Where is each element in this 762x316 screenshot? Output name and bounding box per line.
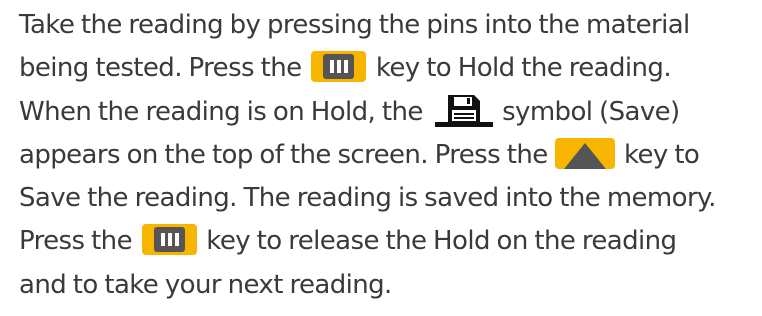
line-4-text-after: key to bbox=[617, 139, 700, 170]
hold-key-icon bbox=[311, 51, 367, 83]
line-4-text-before: appears on the top of the screen. Press … bbox=[19, 139, 555, 170]
text-line-1: Take the reading by pressing the pins in… bbox=[19, 4, 759, 47]
line-2-text-after: key to Hold the reading. bbox=[369, 53, 672, 84]
up-arrow-key-icon bbox=[555, 137, 616, 169]
text-line-6: Press the key to release the Hold on the… bbox=[19, 220, 759, 263]
floppy-disk-icon bbox=[435, 95, 494, 128]
text-line-7: and to take your next reading. bbox=[19, 264, 759, 307]
line-2-text-before: being tested. Press the bbox=[19, 53, 309, 84]
instructions-paragraph: Take the reading by pressing the pins in… bbox=[19, 4, 759, 307]
text-line-3: When the reading is on Hold, the symbol … bbox=[19, 91, 759, 134]
line-5-text: Save the reading. The reading is saved i… bbox=[19, 183, 716, 214]
line-7-text: and to take your next reading. bbox=[19, 269, 392, 300]
line-3-text-before: When the reading is on Hold, the bbox=[19, 96, 430, 127]
text-line-2: being tested. Press the key to Hold the … bbox=[19, 47, 759, 90]
line-6-text-before: Press the bbox=[19, 226, 139, 257]
line-3-text-after: symbol (Save) bbox=[495, 96, 680, 127]
text-line-5: Save the reading. The reading is saved i… bbox=[19, 177, 759, 220]
line-6-text-after: key to release the Hold on the reading bbox=[199, 226, 677, 257]
text-line-4: appears on the top of the screen. Press … bbox=[19, 134, 759, 177]
line-1-text: Take the reading by pressing the pins in… bbox=[19, 10, 690, 40]
hold-key-icon bbox=[141, 224, 197, 256]
